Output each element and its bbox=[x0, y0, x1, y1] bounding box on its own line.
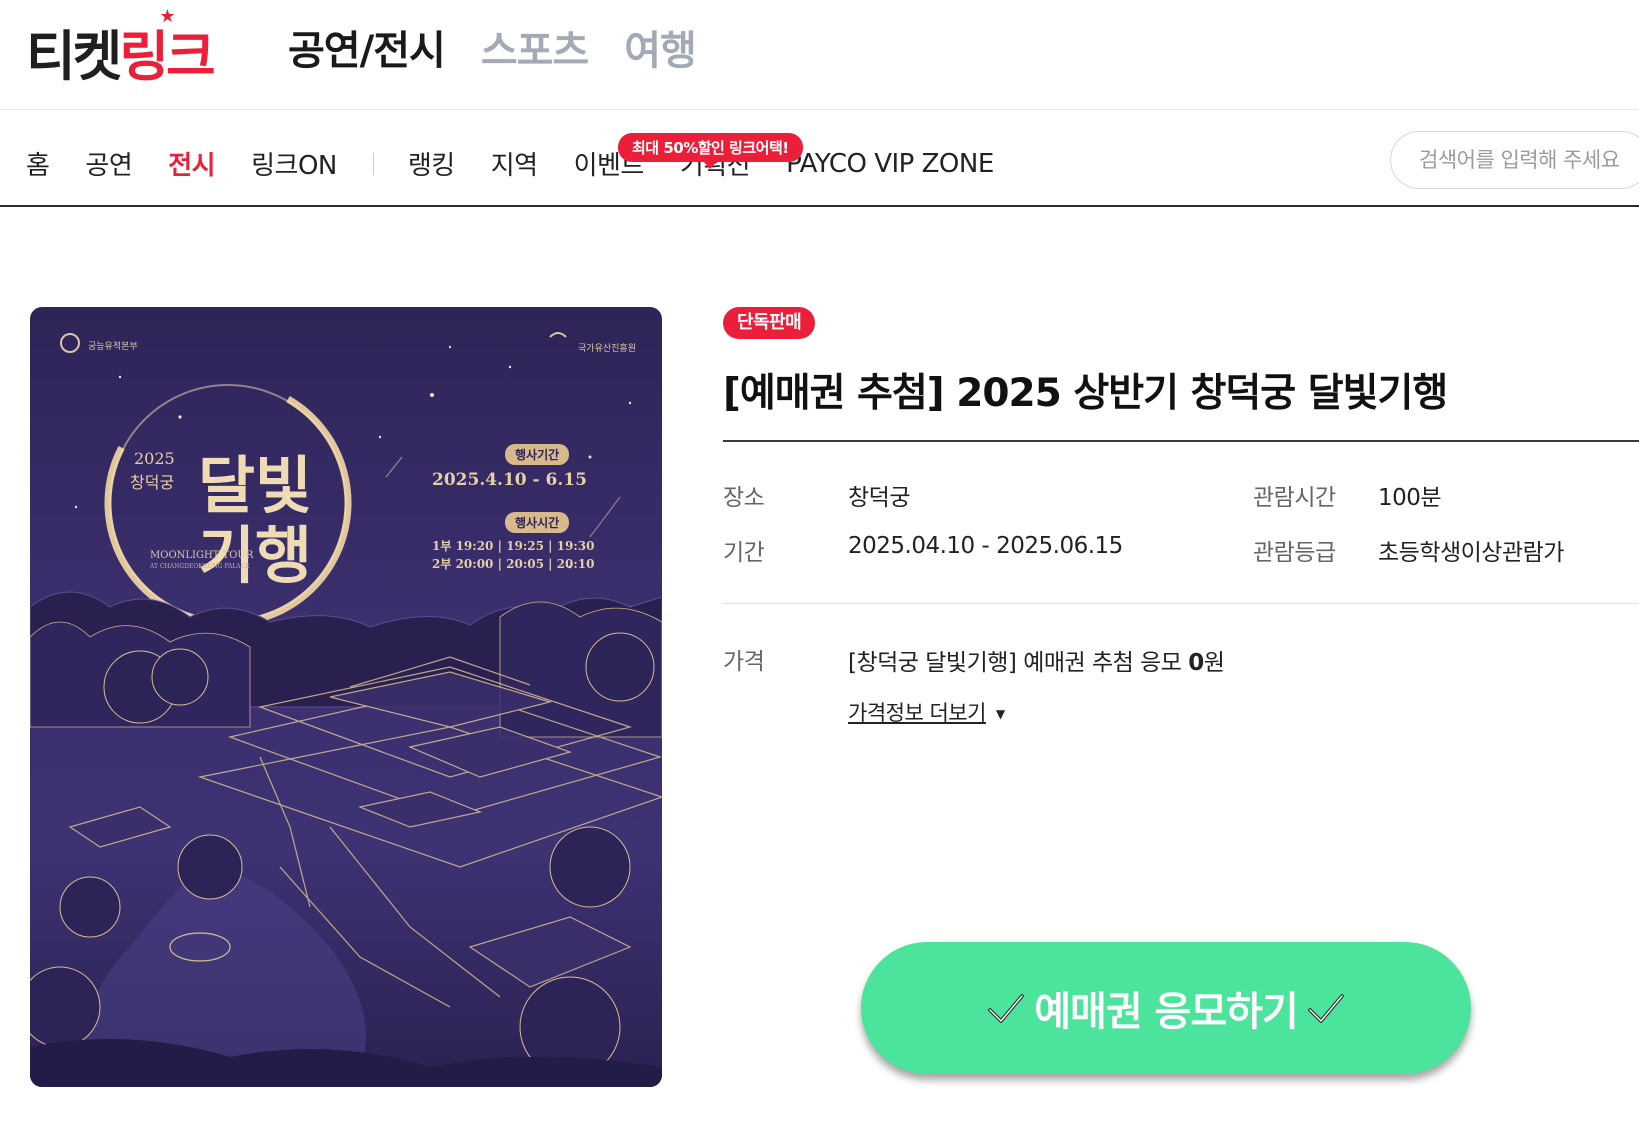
logo-text-right: ★ 링크 bbox=[119, 6, 215, 91]
price-unit: 원 bbox=[1203, 650, 1225, 676]
apply-ticket-button[interactable]: 예매권 응모하기 bbox=[861, 942, 1471, 1074]
nav-item-performance[interactable]: 공연 bbox=[85, 145, 132, 182]
event-poster[interactable]: 궁능유적본부 국가유산진흥원 2025 창덕궁 달빛 기행 MOONLIGHT … bbox=[30, 307, 662, 1087]
poster-period: 2025.4.10 - 6.15 bbox=[432, 470, 587, 490]
top-header: 티켓 ★ 링크 공연/전시 스포츠 여행 bbox=[0, 0, 1639, 110]
main-category-nav: 공연/전시 스포츠 여행 bbox=[288, 18, 697, 76]
checkmark-icon bbox=[988, 994, 1024, 1023]
poster-time-label: 행사시간 bbox=[505, 512, 570, 533]
search-box bbox=[1390, 131, 1639, 189]
period-value: 2025.04.10 - 2025.06.15 bbox=[848, 533, 1123, 559]
nav-divider bbox=[372, 152, 374, 175]
more-price-info-link[interactable]: 가격정보 더보기 ▼ bbox=[848, 697, 1005, 727]
poster-time-row2: 2부 20:00 | 20:05 | 20:10 bbox=[432, 557, 595, 571]
price-row: [창덕궁 달빛기행] 예매권 추첨 응모 0원 bbox=[848, 643, 1225, 677]
nav-item-exhibition[interactable]: 전시 bbox=[168, 145, 215, 182]
poster-artwork bbox=[30, 332, 662, 1087]
nav-item-link-on[interactable]: 링크ON bbox=[251, 145, 337, 182]
sub-nav-items: 홈 공연 전시 링크ON 랭킹 지역 이벤트 기획전 PAYCO VIP ZON… bbox=[26, 133, 1030, 182]
site-logo[interactable]: 티켓 ★ 링크 bbox=[26, 6, 216, 94]
period-label: 기간 bbox=[723, 540, 765, 566]
rating-label: 관람등급 bbox=[1253, 540, 1336, 566]
runtime-value: 100분 bbox=[1378, 485, 1442, 511]
nav-item-ranking[interactable]: 랭킹 bbox=[408, 145, 455, 182]
poster-period-label: 행사기간 bbox=[505, 444, 570, 465]
category-travel[interactable]: 여행 bbox=[624, 18, 697, 76]
logo-text-left: 티켓 bbox=[26, 24, 122, 88]
nav-item-home[interactable]: 홈 bbox=[26, 145, 50, 182]
poster-english-subtitle: AT CHANGDEOKGUNG PALACE bbox=[150, 563, 250, 570]
caret-down-icon: ▼ bbox=[995, 707, 1005, 721]
checkmark-icon bbox=[1308, 994, 1344, 1023]
price-description: [창덕궁 달빛기행] 예매권 추첨 응모 bbox=[848, 650, 1189, 676]
apply-ticket-label: 예매권 응모하기 bbox=[1034, 989, 1299, 1035]
sub-navigation: 홈 공연 전시 링크ON 랭킹 지역 이벤트 기획전 PAYCO VIP ZON… bbox=[0, 111, 1639, 207]
poster-palace: 창덕궁 bbox=[130, 473, 175, 492]
exclusive-sale-badge: 단독판매 bbox=[723, 307, 816, 339]
nav-item-region[interactable]: 지역 bbox=[491, 145, 538, 182]
venue-label: 장소 bbox=[723, 485, 765, 511]
poster-time-row1: 1부 19:20 | 19:25 | 19:30 bbox=[432, 539, 595, 553]
venue-value: 창덕궁 bbox=[848, 485, 910, 511]
poster-org-right: 국가유산진흥원 bbox=[578, 344, 636, 354]
rating-value: 초등학생이상관람가 bbox=[1378, 540, 1564, 566]
product-title: [예매권 추첨] 2025 상반기 창덕궁 달빛기행 bbox=[723, 371, 1448, 416]
poster-year: 2025 bbox=[134, 449, 175, 468]
category-sports[interactable]: 스포츠 bbox=[481, 18, 589, 76]
price-label: 가격 bbox=[723, 649, 765, 675]
price-amount: 0 bbox=[1188, 650, 1204, 676]
info-divider bbox=[723, 603, 1639, 604]
nav-item-payco-vip[interactable]: PAYCO VIP ZONE bbox=[786, 149, 994, 179]
logo-star-icon: ★ bbox=[159, 5, 176, 27]
logo-text-right-label: 링크 bbox=[119, 24, 215, 88]
poster-english-title: MOONLIGHT TOUR bbox=[150, 550, 254, 561]
runtime-label: 관람시간 bbox=[1253, 485, 1336, 511]
poster-org-left: 궁능유적본부 bbox=[88, 342, 138, 352]
more-price-info-label: 가격정보 더보기 bbox=[848, 701, 986, 725]
promo-bubble[interactable]: 최대 50%할인 링크어택! bbox=[618, 133, 803, 169]
title-divider bbox=[723, 440, 1639, 442]
search-input[interactable] bbox=[1391, 132, 1639, 188]
category-performance-exhibition[interactable]: 공연/전시 bbox=[288, 18, 446, 76]
